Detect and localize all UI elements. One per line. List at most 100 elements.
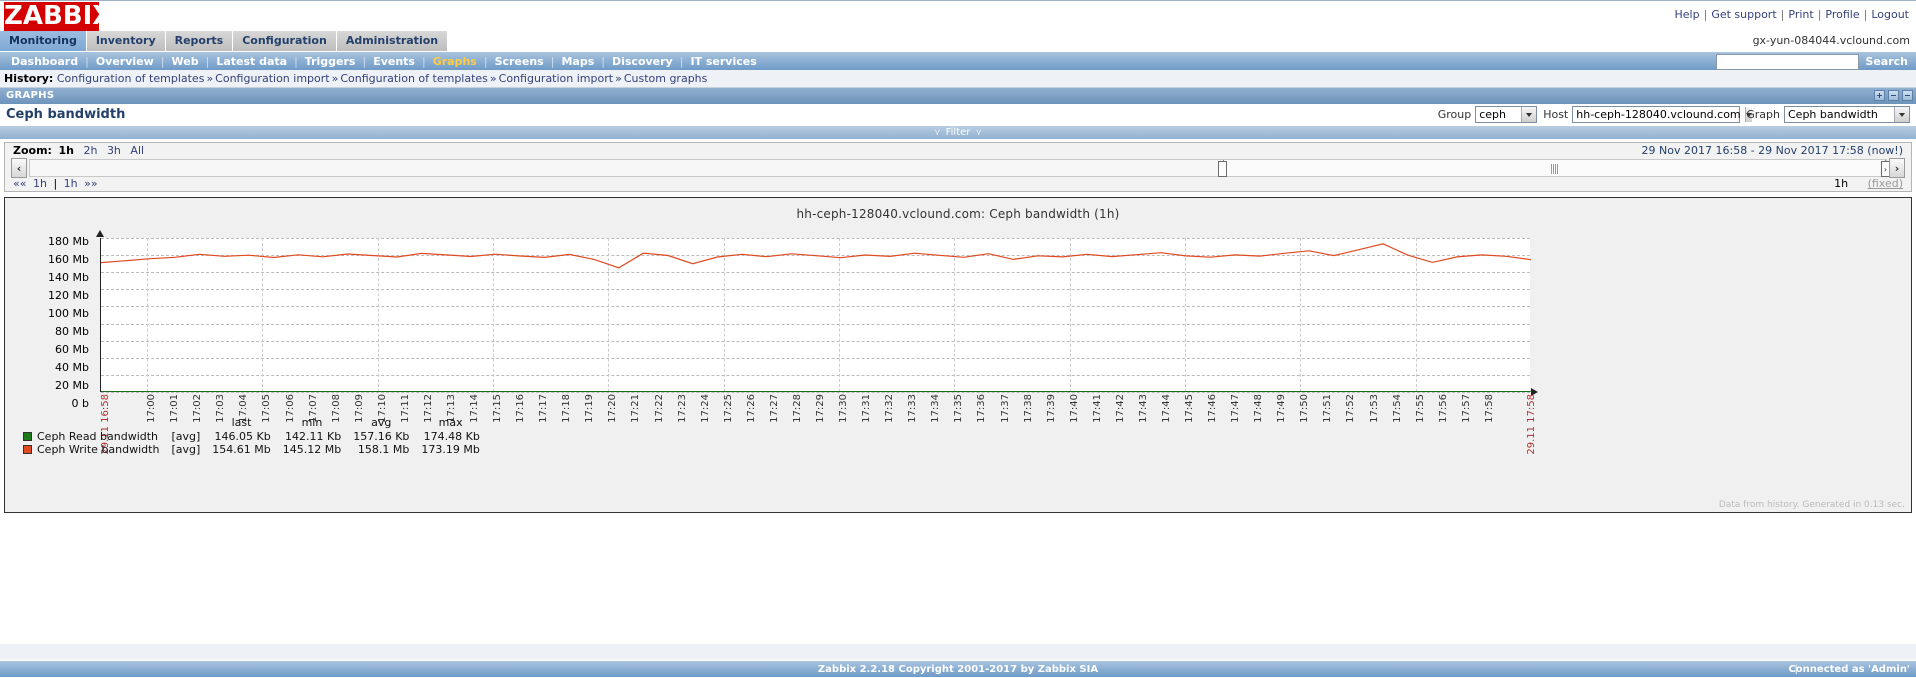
subnav-events[interactable]: Events	[366, 52, 422, 71]
help-link[interactable]: Help	[1674, 8, 1701, 21]
date-range-label[interactable]: 29 Nov 2017 16:58 - 29 Nov 2017 17:58 (n…	[1642, 143, 1903, 158]
subnav-triggers[interactable]: Triggers	[298, 52, 363, 71]
footer-bar: Zabbix 2.2.18 Copyright 2001-2017 by Zab…	[0, 660, 1916, 677]
footer-copyright: Zabbix 2.2.18 Copyright 2001-2017 by Zab…	[818, 664, 1098, 675]
chevron-down-icon[interactable]	[1894, 107, 1909, 122]
legend-min: 142.11 Kb	[277, 430, 347, 443]
x-axis-tick-label: 17:28	[792, 394, 803, 423]
breadcrumb-item-5[interactable]: Custom graphs	[624, 72, 708, 85]
x-axis-line	[101, 391, 1530, 392]
x-axis-tick-label: 17:19	[584, 394, 595, 423]
collapse-icon[interactable]	[1888, 90, 1899, 101]
subnav-dashboard[interactable]: Dashboard	[4, 52, 85, 71]
legend-min: 145.12 Mb	[277, 443, 347, 456]
zoom-option-all[interactable]: All	[127, 144, 147, 157]
legend-header-min: min	[277, 416, 347, 430]
breadcrumb-separator: »	[204, 72, 215, 85]
legend-max: 173.19 Mb	[415, 443, 485, 456]
maximize-icon[interactable]	[1874, 90, 1885, 101]
x-axis-tick-label: 17:24	[700, 394, 711, 423]
y-axis-arrow-icon	[96, 230, 104, 237]
subnav-screens[interactable]: Screens	[488, 52, 551, 71]
breadcrumb-item-2[interactable]: Configuration import	[215, 72, 329, 85]
x-axis-tick-label: 17:22	[654, 394, 665, 423]
print-link[interactable]: Print	[1787, 8, 1814, 21]
graph-selector-group: Group ceph Host hh-ceph-128040.vclound.c…	[1432, 106, 1910, 123]
legend-header-last: last	[206, 416, 276, 430]
x-axis-tick-label: 17:26	[746, 394, 757, 423]
scroll-right-button[interactable]: ›	[1889, 158, 1905, 178]
fixed-toggle[interactable]: (fixed)	[1868, 177, 1903, 190]
breadcrumb: History: Configuration of templates»Conf…	[0, 70, 1916, 88]
x-axis-tick-label: 17:49	[1276, 394, 1287, 423]
zoom-option-2h[interactable]: 2h	[80, 144, 100, 157]
chevron-down-icon[interactable]	[1521, 107, 1536, 122]
subnav-discovery[interactable]: Discovery	[605, 52, 680, 71]
legend-header-agg	[165, 416, 206, 430]
subnav-graphs[interactable]: Graphs	[426, 52, 484, 71]
group-select-label: Group	[1432, 108, 1476, 121]
breadcrumb-item-3[interactable]: Configuration of templates	[340, 72, 488, 85]
range-handle-left[interactable]	[1218, 161, 1227, 177]
menu-monitoring[interactable]: Monitoring	[0, 31, 87, 51]
x-axis-tick-label: 17:51	[1322, 394, 1333, 423]
x-axis-tick-label: 17:52	[1345, 394, 1356, 423]
zabbix-logo[interactable]: ZABBIX	[4, 2, 99, 31]
x-axis-tick-label: 17:21	[630, 394, 641, 423]
x-axis-tick-label: 17:17	[538, 394, 549, 423]
x-axis-tick-label: 17:33	[907, 394, 918, 423]
scroll-left-button[interactable]: ‹	[11, 158, 27, 178]
logout-link[interactable]: Logout	[1870, 8, 1910, 21]
breadcrumb-item-1[interactable]: Configuration of templates	[57, 72, 205, 85]
graph-select[interactable]: Ceph bandwidth	[1784, 106, 1910, 123]
breadcrumb-label: History:	[4, 72, 53, 85]
legend-avg: 157.16 Kb	[347, 430, 415, 443]
page-title: Ceph bandwidth	[0, 107, 125, 122]
secondary-menu: Dashboard| Overview| Web| Latest data| T…	[0, 51, 1916, 70]
subnav-overview[interactable]: Overview	[89, 52, 161, 71]
x-axis-tick-label: 17:38	[1023, 394, 1034, 423]
prev-all-icon[interactable]: ««	[13, 177, 26, 190]
legend-avg: 158.1 Mb	[347, 443, 415, 456]
subnav-maps[interactable]: Maps	[554, 52, 601, 71]
search-button[interactable]: Search	[1859, 53, 1914, 70]
graph-container: hh-ceph-128040.vclound.com: Ceph bandwid…	[4, 197, 1912, 513]
legend-aggregation: [avg]	[165, 443, 206, 456]
menu-inventory[interactable]: Inventory	[87, 31, 166, 51]
grid-line-horizontal	[101, 392, 1530, 393]
get-support-link[interactable]: Get support	[1710, 8, 1777, 21]
x-axis-tick-label: 17:34	[930, 394, 941, 423]
zoom-option-1h[interactable]: 1h	[55, 144, 77, 157]
time-scroll-thumb[interactable]	[1223, 160, 1886, 176]
link-separator: |	[1778, 8, 1788, 21]
time-control-panel: Zoom: 1h 2h 3h All 29 Nov 2017 16:58 - 2…	[4, 142, 1912, 192]
nav-prev-1h[interactable]: 1h	[30, 177, 50, 190]
header-icon-group	[1874, 90, 1913, 101]
subnav-web[interactable]: Web	[165, 52, 206, 71]
group-select[interactable]: ceph	[1475, 106, 1537, 123]
host-select[interactable]: hh-ceph-128040.vclound.com	[1572, 106, 1740, 123]
x-axis-tick-label: 17:53	[1369, 394, 1380, 423]
link-separator: |	[1815, 8, 1825, 21]
page-title-row: Ceph bandwidth Group ceph Host hh-ceph-1…	[0, 104, 1916, 126]
nav-next-1h[interactable]: 1h	[61, 177, 81, 190]
breadcrumb-item-4[interactable]: Configuration import	[499, 72, 613, 85]
section-header: GRAPHS	[0, 88, 1916, 104]
menu-configuration[interactable]: Configuration	[233, 31, 337, 51]
fullscreen-icon[interactable]	[1902, 90, 1913, 101]
x-axis-tick-label: 17:31	[861, 394, 872, 423]
next-all-icon[interactable]: »»	[84, 177, 97, 190]
subnav-it-services[interactable]: IT services	[683, 52, 763, 71]
zoom-row: Zoom: 1h 2h 3h All 29 Nov 2017 16:58 - 2…	[5, 143, 1911, 158]
graph-select-label: Graph	[1740, 108, 1784, 121]
filter-toggle-bar[interactable]: ⋎Filter⋎	[0, 126, 1916, 140]
time-scroll-track[interactable]: ›	[29, 159, 1887, 177]
x-axis-tick-label: 17:56	[1438, 394, 1449, 423]
search-input[interactable]	[1716, 54, 1859, 70]
subnav-latest-data[interactable]: Latest data	[209, 52, 294, 71]
zoom-option-3h[interactable]: 3h	[104, 144, 124, 157]
menu-reports[interactable]: Reports	[166, 31, 234, 51]
chevron-up-icon: ⋎	[970, 128, 987, 138]
profile-link[interactable]: Profile	[1824, 8, 1860, 21]
menu-administration[interactable]: Administration	[337, 31, 448, 51]
